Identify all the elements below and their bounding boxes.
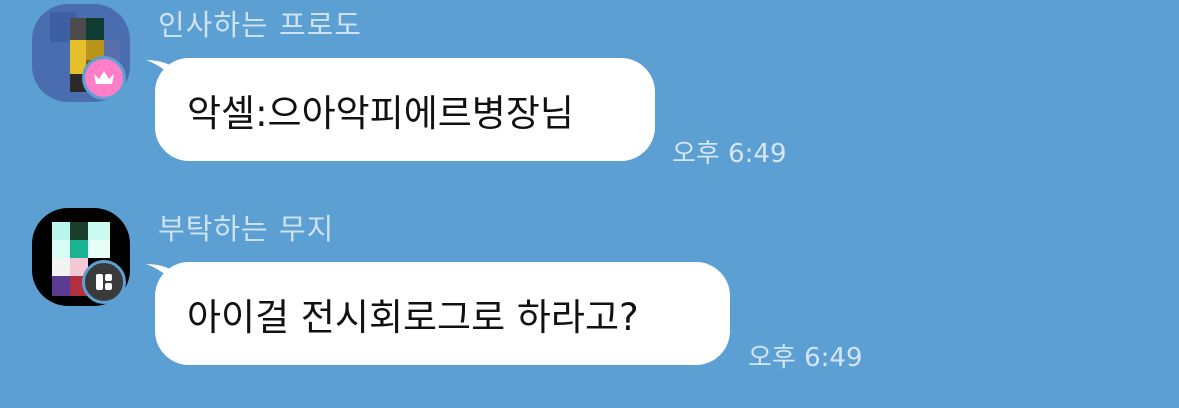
message-bubble[interactable]: 악셀:으아악피에르병장님	[155, 58, 655, 161]
grid-app-icon	[82, 260, 126, 304]
message-text: 악셀:으아악피에르병장님	[187, 91, 574, 135]
crown-icon	[82, 56, 126, 100]
sender-name: 부탁하는 무지	[158, 212, 335, 246]
message-text: 아이걸 전시회로그로 하라고?	[187, 295, 639, 339]
message-timestamp: 오후 6:49	[672, 139, 787, 169]
sender-name: 인사하는 프로도	[158, 8, 362, 42]
message-bubble[interactable]: 아이걸 전시회로그로 하라고?	[155, 262, 730, 365]
message-timestamp: 오후 6:49	[748, 343, 863, 373]
